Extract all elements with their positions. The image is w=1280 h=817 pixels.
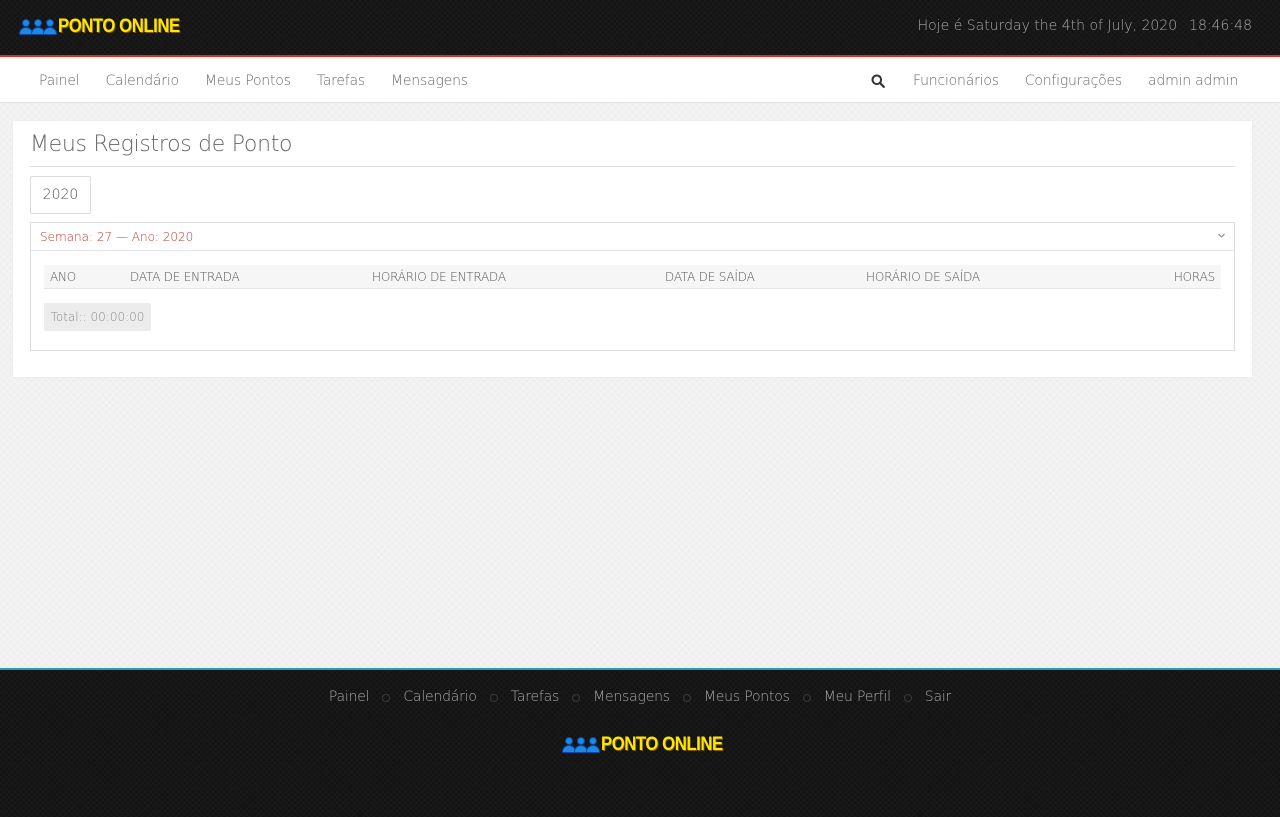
total-hours-badge: Total:: 00:00:00 bbox=[44, 303, 151, 331]
nav-item-tarefas[interactable]: Tarefas bbox=[304, 73, 378, 89]
current-time: 18:46:48 bbox=[1189, 18, 1252, 34]
records-panel: Meus Registros de Ponto 2020 Semana: 27 … bbox=[13, 121, 1252, 377]
footer-link-painel[interactable]: Painel bbox=[329, 689, 370, 705]
footer-separator bbox=[682, 694, 691, 702]
users-icon bbox=[562, 737, 600, 753]
footer-separator bbox=[572, 694, 581, 702]
page-title: Meus Registros de Ponto bbox=[30, 132, 293, 157]
records-table-header: ANO DATA DE ENTRADA HORÁRIO DE ENTRADA D… bbox=[44, 265, 1221, 289]
nav-item-mensagens[interactable]: Mensagens bbox=[378, 73, 481, 89]
chevron-down-icon[interactable] bbox=[1217, 231, 1226, 240]
footer-separator bbox=[489, 694, 498, 702]
page-footer: Painel Calendário Tarefas Mensagens Meus… bbox=[0, 668, 1280, 817]
week-accordion-header[interactable]: Semana: 27 — Ano: 2020 bbox=[31, 223, 1234, 251]
tab-year-2020[interactable]: 2020 bbox=[30, 176, 91, 214]
column-header-horario-saida: HORÁRIO DE SAÍDA bbox=[866, 270, 980, 284]
week-label: Semana: 27 — Ano: 2020 bbox=[40, 230, 194, 244]
nav-item-calendario[interactable]: Calendário bbox=[92, 73, 191, 89]
footer-link-sair[interactable]: Sair bbox=[925, 689, 952, 705]
footer-link-tarefas[interactable]: Tarefas bbox=[511, 689, 559, 705]
footer-separator bbox=[382, 694, 391, 702]
footer-nav: Painel Calendário Tarefas Mensagens Meus… bbox=[0, 689, 1280, 705]
nav-item-user-menu[interactable]: admin admin bbox=[1135, 73, 1251, 89]
search-icon[interactable] bbox=[858, 59, 898, 103]
main-navbar: Painel Calendário Meus Pontos Tarefas Me… bbox=[0, 59, 1280, 103]
top-header: PONTO ONLINE Hoje é Saturday the 4th of … bbox=[0, 0, 1280, 57]
footer-separator bbox=[802, 694, 811, 702]
nav-item-meus-pontos[interactable]: Meus Pontos bbox=[192, 73, 304, 89]
footer-link-mensagens[interactable]: Mensagens bbox=[593, 689, 670, 705]
column-header-horario-entrada: HORÁRIO DE ENTRADA bbox=[372, 270, 506, 284]
footer-brand-name: PONTO ONLINE bbox=[601, 734, 723, 755]
footer-link-meus-pontos[interactable]: Meus Pontos bbox=[704, 689, 790, 705]
column-header-data-entrada: DATA DE ENTRADA bbox=[130, 270, 240, 284]
nav-item-painel[interactable]: Painel bbox=[26, 73, 92, 89]
footer-link-calendario[interactable]: Calendário bbox=[403, 689, 477, 705]
brand-name: PONTO ONLINE bbox=[58, 16, 180, 37]
brand-logo[interactable]: PONTO ONLINE bbox=[19, 16, 196, 38]
users-icon bbox=[19, 19, 57, 35]
column-header-ano: ANO bbox=[50, 270, 77, 284]
footer-brand-logo[interactable]: PONTO ONLINE bbox=[562, 734, 739, 756]
footer-separator bbox=[903, 694, 912, 702]
week-accordion: Semana: 27 — Ano: 2020 ANO DATA DE ENTRA… bbox=[30, 222, 1235, 351]
current-date: Hoje é Saturday the 4th of July, 2020 bbox=[917, 18, 1178, 34]
column-header-horas: HORAS bbox=[1173, 270, 1215, 284]
nav-item-configuracoes[interactable]: Configurações bbox=[1012, 73, 1135, 89]
footer-link-meu-perfil[interactable]: Meu Perfil bbox=[824, 689, 891, 705]
column-header-data-saida: DATA DE SAÍDA bbox=[665, 270, 755, 284]
nav-item-funcionarios[interactable]: Funcionários bbox=[900, 73, 1012, 89]
nav-right-menu: Funcionários Configurações admin admin bbox=[858, 59, 1251, 103]
title-divider bbox=[30, 166, 1235, 167]
current-datetime: Hoje é Saturday the 4th of July, 2020 18:… bbox=[918, 18, 1252, 34]
nav-left-menu: Painel Calendário Meus Pontos Tarefas Me… bbox=[26, 59, 481, 103]
